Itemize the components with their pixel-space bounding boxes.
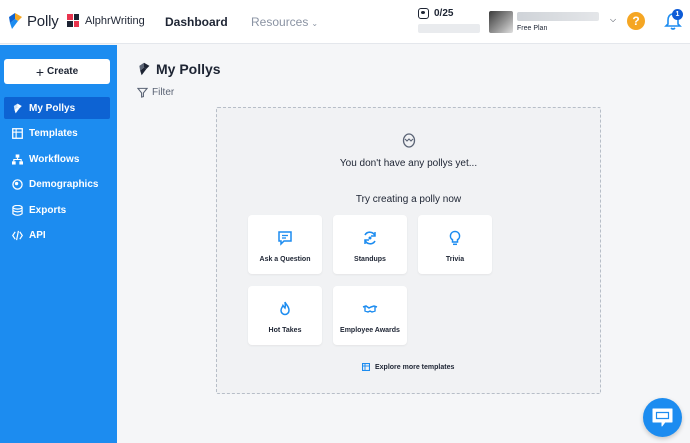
nav-dashboard[interactable]: Dashboard [165,15,228,29]
card-label: Hot Takes [268,327,302,334]
workflows-icon [11,153,23,165]
filter-icon [137,87,148,98]
flame-icon [280,301,290,316]
polly-icon [139,62,150,76]
template-card-standups[interactable]: Standups [333,215,407,274]
code-icon [11,229,23,241]
sidebar-item-templates[interactable]: Templates [4,122,110,144]
templates-icon [362,363,370,371]
chat-bubble-icon [652,408,673,427]
card-label: Employee Awards [340,327,400,334]
templates-icon [11,127,23,139]
filter-label: Filter [152,87,175,98]
chevron-down-icon: ⌵ [610,15,617,24]
polly-icon [11,102,23,114]
refresh-icon [364,231,376,245]
sidebar-item-label: My Pollys [29,102,76,114]
explore-templates-link[interactable]: Explore more templates [362,363,454,371]
user-menu[interactable]: Free Plan ⌵ [489,10,619,34]
speech-bubble-icon [278,231,292,246]
workspace-icon [67,14,79,27]
usage-icon [418,8,429,19]
sidebar-item-my-pollys[interactable]: My Pollys [4,97,110,119]
brand-name: Polly [27,12,59,30]
sidebar-item-exports[interactable]: Exports [4,199,110,221]
template-card-hot-takes[interactable]: Hot Takes [248,286,322,345]
empty-message: You don't have any pollys yet... [339,158,478,169]
create-button-label: Create [47,66,79,77]
page-title: My Pollys [137,61,221,77]
workspace-name: AlphrWriting [85,14,145,27]
chat-button[interactable] [643,398,682,437]
sidebar-item-label: Workflows [29,153,80,165]
chevron-down-icon: ⌄ [311,19,319,28]
help-button[interactable]: ? [627,12,645,30]
create-button[interactable]: + Create [4,59,110,84]
lightbulb-icon [449,230,461,246]
top-bar: Polly AlphrWriting Dashboard Resources ⌄ … [0,0,690,44]
demographics-icon [11,178,23,190]
user-plan: Free Plan [517,25,548,32]
usage-bar [418,24,480,33]
sidebar-item-api[interactable]: API [4,224,110,246]
filter-button[interactable]: Filter [137,87,174,98]
explore-templates-label: Explore more templates [375,363,455,371]
empty-state-panel: You don't have any pollys yet... Try cre… [216,107,601,394]
handshake-icon [362,305,378,313]
template-card-ask-a-question[interactable]: Ask a Question [248,215,322,274]
workspace-switcher[interactable]: AlphrWriting [67,14,145,27]
sidebar-item-workflows[interactable]: Workflows [4,148,110,170]
egg-icon [402,133,416,148]
sidebar-item-label: API [29,229,46,241]
polly-logo[interactable]: Polly [7,12,59,30]
card-label: Ask a Question [259,256,311,263]
card-label: Trivia [445,256,465,263]
polly-logo-icon [9,13,22,29]
template-card-employee-awards[interactable]: Employee Awards [333,286,407,345]
notification-badge: 1 [672,9,683,20]
plus-icon: + [35,63,45,80]
usage-count: 0/25 [434,8,454,19]
main-content: My Pollys Filter You don't have any poll… [117,45,690,443]
sidebar: + Create My Pollys Templates Workflows D… [0,45,117,443]
sidebar-item-demographics[interactable]: Demographics [4,173,110,195]
template-card-trivia[interactable]: Trivia [418,215,492,274]
sidebar-item-label: Demographics [29,178,99,190]
nav-resources[interactable]: Resources ⌄ [251,15,318,29]
sidebar-item-label: Templates [29,127,78,139]
card-label: Standups [354,256,386,263]
try-message: Try creating a polly now [355,194,462,205]
usage-meter: 0/25 [418,8,480,33]
notifications-button[interactable]: 1 [664,9,683,31]
nav-resources-label: Resources [251,15,309,29]
page-title-text: My Pollys [156,61,221,77]
sidebar-item-label: Exports [29,204,67,216]
exports-icon [11,204,23,216]
user-name-redacted [517,12,599,21]
avatar [489,11,513,33]
